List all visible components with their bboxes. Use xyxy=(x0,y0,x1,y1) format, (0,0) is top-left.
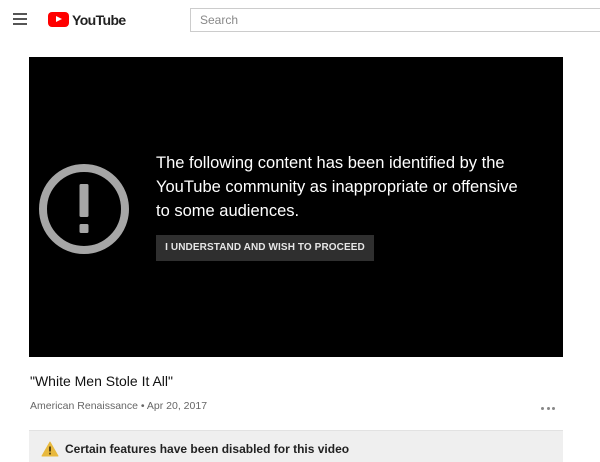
proceed-button[interactable]: I UNDERSTAND AND WISH TO PROCEED xyxy=(156,235,374,261)
search-input[interactable] xyxy=(191,9,600,31)
search-box[interactable] xyxy=(190,8,600,32)
warning-triangle-icon xyxy=(41,441,59,457)
masthead: YouTube xyxy=(0,0,600,40)
dot xyxy=(552,407,555,410)
video-player[interactable]: The following content has been identifie… xyxy=(29,57,563,357)
menu-bar xyxy=(13,13,27,15)
content-warning-message: The following content has been identifie… xyxy=(156,154,518,220)
upload-date: Apr 20, 2017 xyxy=(146,400,208,412)
menu-bar xyxy=(13,23,27,25)
dot xyxy=(546,407,550,410)
meta-separator: • xyxy=(137,400,147,412)
dot xyxy=(541,407,544,410)
more-options-icon[interactable] xyxy=(538,400,558,416)
disabled-features-banner: Certain features have been disabled for … xyxy=(29,430,563,462)
banner-text: Certain features have been disabled for … xyxy=(65,442,350,456)
logo-text: YouTube xyxy=(72,11,126,28)
exclamation-circle-icon xyxy=(39,164,129,254)
video-title: "White Men Stole It All" xyxy=(30,373,173,389)
video-meta: American Renaissance • Apr 20, 2017 xyxy=(30,400,207,412)
youtube-play-icon xyxy=(48,12,69,27)
channel-name[interactable]: American Renaissance xyxy=(30,400,138,412)
youtube-logo[interactable]: YouTube xyxy=(48,11,126,28)
menu-bar xyxy=(13,18,27,20)
hamburger-menu-icon[interactable] xyxy=(13,13,27,25)
